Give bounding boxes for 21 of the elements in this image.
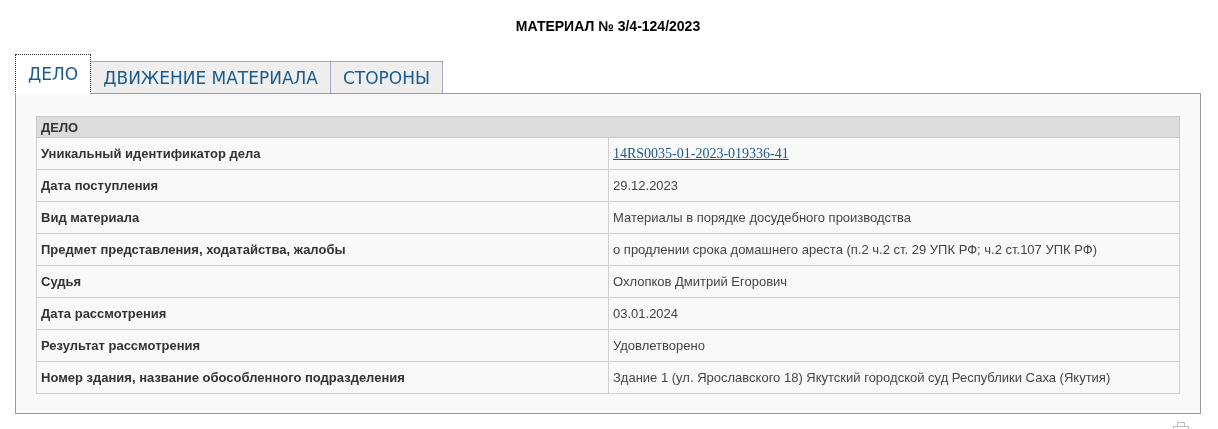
case-id-link[interactable]: 14RS0035-01-2023-019336-41 xyxy=(613,145,789,161)
field-value: о продлении срока домашнего ареста (п.2 ч.2 ст. 29 УПК РФ; ч.2 ст.107 УПК РФ) xyxy=(608,233,1180,266)
tab[interactable]: ДВИЖЕНИЕ МАТЕРИАЛА xyxy=(90,61,331,93)
field-label: Судья xyxy=(36,265,609,298)
field-value: Материалы в порядке досудебного производства xyxy=(608,201,1180,234)
tab[interactable]: СТОРОНЫ xyxy=(330,61,444,93)
field-label: Уникальный идентификатор дела xyxy=(36,137,609,170)
field-value: Охлопков Дмитрий Егорович xyxy=(608,265,1180,298)
field-value: 29.12.2023 xyxy=(608,169,1180,202)
field-label: Дата поступления xyxy=(36,169,609,202)
field-value: 03.01.2024 xyxy=(608,297,1180,330)
field-label: Номер здания, название обособленного подразделения xyxy=(36,361,609,394)
tab[interactable]: ДЕЛО xyxy=(15,54,92,94)
field-label: Вид материала xyxy=(36,201,609,234)
page-title: МАТЕРИАЛ № 3/4-124/2023 xyxy=(514,17,702,36)
field-label: Предмет представления, ходатайства, жалобы xyxy=(36,233,609,266)
field-label: Дата рассмотрения xyxy=(36,297,609,330)
field-label: Результат рассмотрения xyxy=(36,329,609,362)
field-value: Удовлетворено xyxy=(608,329,1180,362)
section-header: ДЕЛО xyxy=(36,116,1180,138)
field-value: Здание 1 (ул. Ярославского 18) Якутский городской суд Республики Саха (Якутия) xyxy=(608,361,1180,394)
